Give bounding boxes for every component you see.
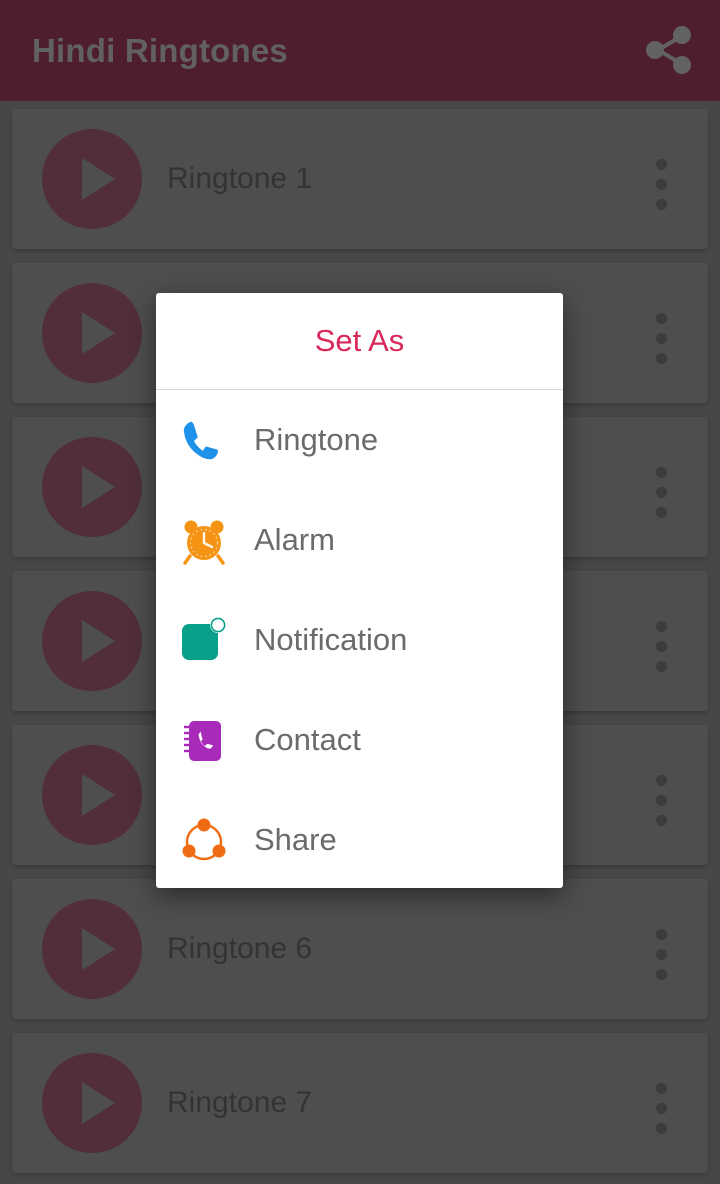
dialog-option-label: Share (254, 822, 337, 857)
dialog-option-label: Contact (254, 722, 361, 757)
dialog-option-share[interactable]: Share (156, 790, 563, 888)
set-as-dialog: Set As Ringtone Alarm Notification Contact S… (156, 293, 563, 888)
share-nodes-icon (179, 816, 229, 866)
dialog-option-label: Ringtone (254, 422, 379, 457)
dialog-option-notification[interactable]: Notification (156, 590, 563, 690)
dialog-option-contact[interactable]: Contact (156, 690, 563, 790)
dialog-option-label: Alarm (254, 522, 335, 557)
dialog-option-list: Ringtone Alarm Notification Contact Share (156, 390, 563, 888)
notification-bell-square-icon (179, 616, 229, 666)
alarm-clock-icon (179, 516, 229, 566)
dialog-title: Set As (156, 293, 563, 390)
dialog-option-ringtone[interactable]: Ringtone (156, 390, 563, 490)
dialog-option-label: Notification (254, 622, 408, 657)
dialog-option-alarm[interactable]: Alarm (156, 490, 563, 590)
contact-book-icon (179, 716, 229, 766)
phone-handset-icon (179, 416, 229, 466)
